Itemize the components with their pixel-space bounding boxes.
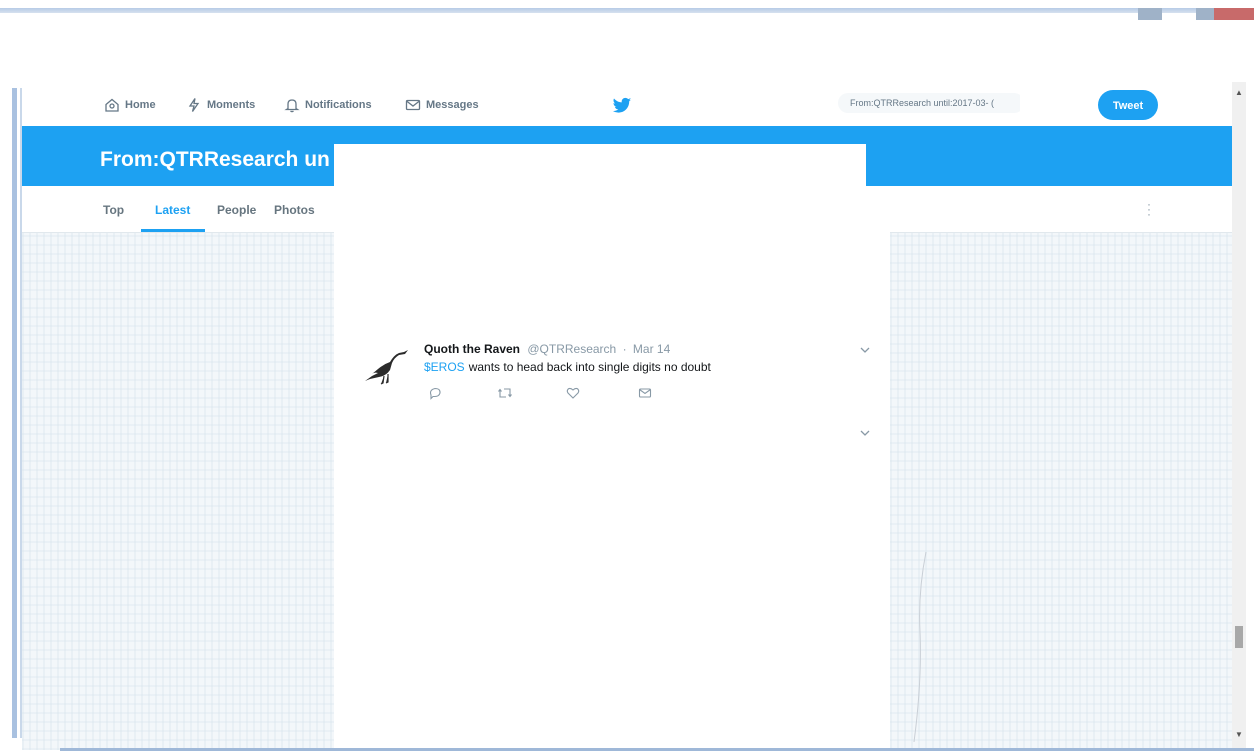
nav-messages[interactable]: Messages (405, 96, 479, 114)
tweet-header: Quoth the Raven @QTRResearch · Mar 14 (424, 342, 670, 356)
nav-messages-label: Messages (426, 99, 479, 111)
top-navigation: Home Moments Notifications Messages From… (22, 82, 1232, 128)
paper-crease (913, 552, 927, 742)
tab-top[interactable]: Top (103, 203, 124, 217)
nav-moments-label: Moments (207, 99, 256, 111)
tweet-body: wants to head back into single digits no… (468, 360, 711, 374)
direct-message-icon (638, 388, 652, 398)
home-icon (105, 98, 119, 112)
timeline-stream (334, 144, 866, 750)
retweet-icon (498, 388, 512, 398)
page-title: From:QTRResearch un (100, 148, 330, 171)
tweet-author[interactable]: Quoth the Raven (424, 342, 520, 356)
avatar[interactable] (364, 346, 410, 386)
stream-right-edge (866, 232, 890, 750)
like-button[interactable] (566, 386, 582, 402)
search-input[interactable]: From:QTRResearch until:2017-03- ( (838, 93, 1024, 113)
chevron-down-icon[interactable] (858, 427, 872, 439)
window-top-strip (0, 8, 1254, 13)
tab-photos[interactable]: Photos (274, 203, 315, 217)
window-left-border (12, 88, 17, 738)
tweet-item[interactable]: Quoth the Raven @QTRResearch · Mar 14 $E… (364, 334, 884, 414)
tab-people[interactable]: People (217, 203, 256, 217)
scroll-down-arrow-icon[interactable]: ▼ (1235, 730, 1243, 739)
bell-icon (284, 99, 300, 113)
window-close-button[interactable] (1214, 8, 1254, 20)
twitter-bird-icon[interactable] (612, 97, 632, 115)
tweet-timestamp[interactable]: Mar 14 (633, 342, 670, 356)
tweet-separator: · (622, 342, 627, 356)
redaction-patch-right (866, 186, 890, 232)
envelope-icon (405, 99, 421, 111)
window-minimize-button[interactable] (1138, 8, 1162, 20)
tweet-button[interactable]: Tweet (1098, 90, 1158, 120)
active-tab-indicator (141, 229, 205, 232)
nav-notifications-label: Notifications (305, 99, 372, 111)
tab-latest[interactable]: Latest (155, 203, 190, 217)
nav-moments[interactable]: Moments (186, 96, 255, 114)
heart-icon (566, 387, 580, 399)
tweet-handle[interactable]: @QTRResearch (527, 342, 616, 356)
tweet-actions (424, 386, 704, 402)
scroll-up-arrow-icon[interactable]: ▲ (1235, 88, 1243, 97)
chevron-down-icon[interactable] (858, 344, 872, 356)
direct-message-button[interactable] (638, 386, 654, 402)
nav-notifications[interactable]: Notifications (284, 96, 372, 114)
reply-button[interactable] (428, 386, 444, 402)
redaction-patch (1020, 82, 1102, 128)
lightning-icon (188, 98, 200, 112)
retweet-button[interactable] (498, 386, 514, 402)
reply-icon (429, 387, 441, 400)
nav-home-label: Home (125, 99, 156, 111)
tweet-text: $EROS wants to head back into single digi… (424, 360, 711, 374)
window-maximize-button[interactable] (1196, 8, 1214, 20)
twitter-app: Home Moments Notifications Messages From… (22, 82, 1232, 750)
window-bottom-border (60, 748, 1254, 751)
nav-home[interactable]: Home (104, 96, 156, 114)
more-options-icon[interactable]: · · · (1143, 198, 1155, 220)
vertical-scrollbar[interactable]: ▲ ▼ (1232, 82, 1246, 750)
tweet-cashtag-link[interactable]: $EROS (424, 360, 465, 374)
scroll-thumb[interactable] (1235, 626, 1243, 648)
